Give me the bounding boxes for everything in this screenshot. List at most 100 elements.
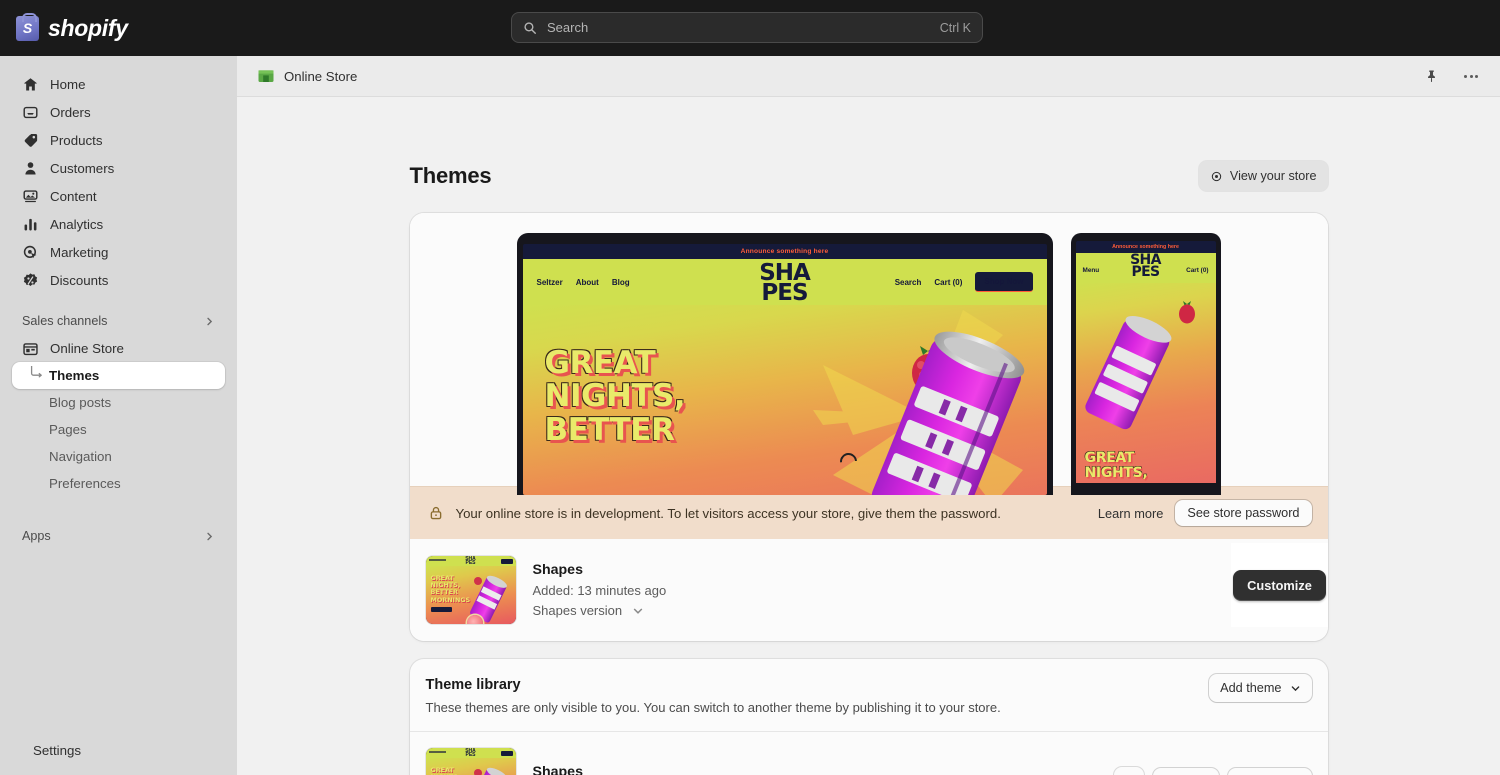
thumbnail-logo: SHA PES bbox=[465, 748, 476, 758]
customize-button[interactable]: Customize bbox=[1227, 768, 1312, 775]
page-header: Themes View your store bbox=[410, 97, 1328, 191]
theme-version-label: Shapes version bbox=[532, 603, 623, 618]
theme-library-row-actions: Publish Customize bbox=[1113, 767, 1312, 775]
sidebar-label-pages: Pages bbox=[49, 422, 87, 437]
pin-button[interactable] bbox=[1418, 63, 1444, 89]
sidebar-item-products[interactable]: Products bbox=[12, 126, 225, 154]
thumbnail-hero: GREATNIGHTS,BETTERMORNINGS bbox=[425, 566, 516, 624]
sidebar-label-themes: Themes bbox=[49, 368, 100, 383]
desktop-preview-frame: Announce something here Seltzer About Bl… bbox=[522, 244, 1047, 495]
themes-page: Themes View your store Announce somethin… bbox=[237, 97, 1500, 775]
preview-nav-search: Search bbox=[894, 277, 922, 287]
sidebar-item-pages[interactable]: Pages bbox=[12, 416, 225, 443]
preview-hero-text: GREAT NIGHTS, BETTER bbox=[544, 345, 686, 447]
context-store-selector[interactable]: Online Store bbox=[257, 67, 357, 85]
preview-nav-right: Search Cart (0) Shop Now bbox=[895, 272, 1033, 292]
context-bar: Online Store bbox=[237, 56, 1500, 97]
current-theme-actions: Customize bbox=[1230, 543, 1328, 627]
lock-icon bbox=[430, 506, 441, 520]
search-placeholder: Search bbox=[547, 20, 589, 35]
add-theme-label: Add theme bbox=[1220, 681, 1282, 695]
sidebar-item-orders[interactable]: Orders bbox=[12, 98, 225, 126]
preview-logo-line2: PES bbox=[761, 280, 808, 307]
sidebar-item-navigation[interactable]: Navigation bbox=[12, 443, 225, 470]
page-title: Themes bbox=[409, 163, 492, 188]
sidebar-item-themes[interactable]: Themes bbox=[12, 362, 225, 389]
preview-hero-line1: GREAT bbox=[544, 345, 656, 381]
see-store-password-button[interactable]: See store password bbox=[1175, 500, 1312, 526]
chevron-right-icon bbox=[207, 532, 213, 540]
sidebar-label-products: Products bbox=[50, 132, 103, 148]
eye-icon bbox=[1211, 171, 1222, 181]
mobile-hero: GREAT NIGHTS, bbox=[1075, 283, 1216, 483]
mobile-nav-cart: Cart (0) bbox=[1186, 267, 1209, 274]
context-bar-actions bbox=[1418, 63, 1484, 89]
sidebar-item-settings[interactable]: Settings bbox=[12, 736, 225, 773]
raspberry-icon bbox=[1178, 301, 1195, 324]
top-bar: S shopify Search Ctrl K bbox=[0, 0, 1500, 56]
sidebar-item-preferences[interactable]: Preferences bbox=[12, 470, 225, 497]
thumbnail-hero: GREATNIGHTS,BETTERMORNINGS bbox=[425, 758, 516, 775]
sidebar-item-customers[interactable]: Customers bbox=[12, 154, 225, 182]
sales-channels-label: Sales channels bbox=[22, 314, 108, 328]
mobile-logo-line2: PES bbox=[1131, 263, 1160, 280]
sidebar-item-online-store[interactable]: Online Store bbox=[12, 334, 225, 362]
sidebar: Home Orders Products Customers Content A… bbox=[0, 56, 237, 775]
theme-version-select[interactable]: Shapes version bbox=[533, 603, 667, 618]
thumbnail-navbar: SHA PES bbox=[425, 556, 516, 566]
view-your-store-button[interactable]: View your store bbox=[1198, 161, 1328, 191]
customize-tooltip-card: Customize bbox=[1230, 543, 1328, 627]
preview-hero-line2: NIGHTS, bbox=[544, 378, 686, 415]
view-your-store-label: View your store bbox=[1229, 169, 1317, 183]
sidebar-item-analytics[interactable]: Analytics bbox=[12, 210, 225, 238]
sidebar-label-home: Home bbox=[50, 76, 86, 92]
theme-more-button[interactable] bbox=[1113, 767, 1144, 775]
sidebar-item-marketing[interactable]: Marketing bbox=[12, 238, 225, 266]
desktop-preview[interactable]: Announce something here Seltzer About Bl… bbox=[516, 233, 1053, 495]
customize-button[interactable]: Customize bbox=[1233, 569, 1326, 601]
search-shortcut: Ctrl K bbox=[939, 20, 971, 35]
sidebar-item-home[interactable]: Home bbox=[12, 70, 225, 98]
sidebar-label-navigation: Navigation bbox=[49, 449, 112, 464]
tag-icon bbox=[22, 132, 39, 149]
publish-button[interactable]: Publish bbox=[1152, 768, 1219, 775]
shopify-bag-icon: S bbox=[16, 12, 39, 41]
theme-name: Shapes bbox=[532, 764, 583, 775]
preview-shop-now-button: Shop Now bbox=[975, 272, 1033, 292]
sidebar-item-blog-posts[interactable]: Blog posts bbox=[12, 389, 225, 416]
mobile-hero-line2: NIGHTS, bbox=[1084, 465, 1148, 482]
sidebar-item-discounts[interactable]: Discounts bbox=[12, 266, 225, 294]
home-icon bbox=[22, 76, 39, 93]
more-horizontal-icon bbox=[1464, 74, 1478, 78]
mobile-nav-menu: Menu bbox=[1082, 267, 1100, 274]
context-more-button[interactable] bbox=[1458, 63, 1484, 89]
sidebar-group-apps[interactable]: Apps bbox=[12, 523, 225, 549]
shopify-logo[interactable]: S shopify bbox=[16, 12, 128, 42]
search-icon bbox=[524, 21, 536, 34]
theme-thumbnail: SHAPES GREATNIGHTS,BETTERMORNINGS bbox=[425, 748, 516, 775]
sidebar-label-analytics: Analytics bbox=[50, 216, 104, 232]
current-theme-row: SHA PES GREAT NIGHTS, BETTER MORNINGS Sh… bbox=[409, 539, 1328, 641]
theme-library-subtitle: These themes are only visible to you. Yo… bbox=[425, 700, 1001, 715]
search-input[interactable]: Search Ctrl K bbox=[511, 12, 983, 43]
sidebar-item-content[interactable]: Content bbox=[12, 182, 225, 210]
preview-nav-cart: Cart (0) bbox=[934, 277, 963, 287]
thumbnail-navbar: SHA PES bbox=[425, 748, 516, 758]
chevron-down-icon bbox=[1291, 685, 1299, 691]
theme-library-card: Theme library These themes are only visi… bbox=[409, 659, 1328, 775]
theme-thumbnail: SHAPES GREATNIGHTS,BETTERMORNINGS bbox=[425, 556, 516, 624]
preview-nav-about: About bbox=[575, 277, 599, 287]
learn-more-link[interactable]: Learn more bbox=[1098, 506, 1163, 521]
mobile-preview-frame: Announce something here Menu SHA PES Car… bbox=[1075, 241, 1216, 495]
sidebar-label-orders: Orders bbox=[50, 104, 91, 120]
sidebar-group-sales-channels[interactable]: Sales channels bbox=[12, 308, 225, 334]
add-theme-button[interactable]: Add theme bbox=[1209, 674, 1312, 702]
shopify-admin-window: S shopify Search Ctrl K Home Orders Prod… bbox=[0, 0, 1500, 775]
theme-library-title: Theme library bbox=[425, 677, 521, 693]
orders-icon bbox=[22, 104, 39, 121]
sidebar-label-blog-posts: Blog posts bbox=[49, 395, 112, 410]
elbow-arrow-icon bbox=[30, 366, 42, 378]
main-content: Online Store Themes View your store Anno… bbox=[237, 56, 1500, 775]
mobile-preview[interactable]: Announce something here Menu SHA PES Car… bbox=[1070, 233, 1221, 495]
development-banner-message: Your online store is in development. To … bbox=[455, 505, 1001, 521]
